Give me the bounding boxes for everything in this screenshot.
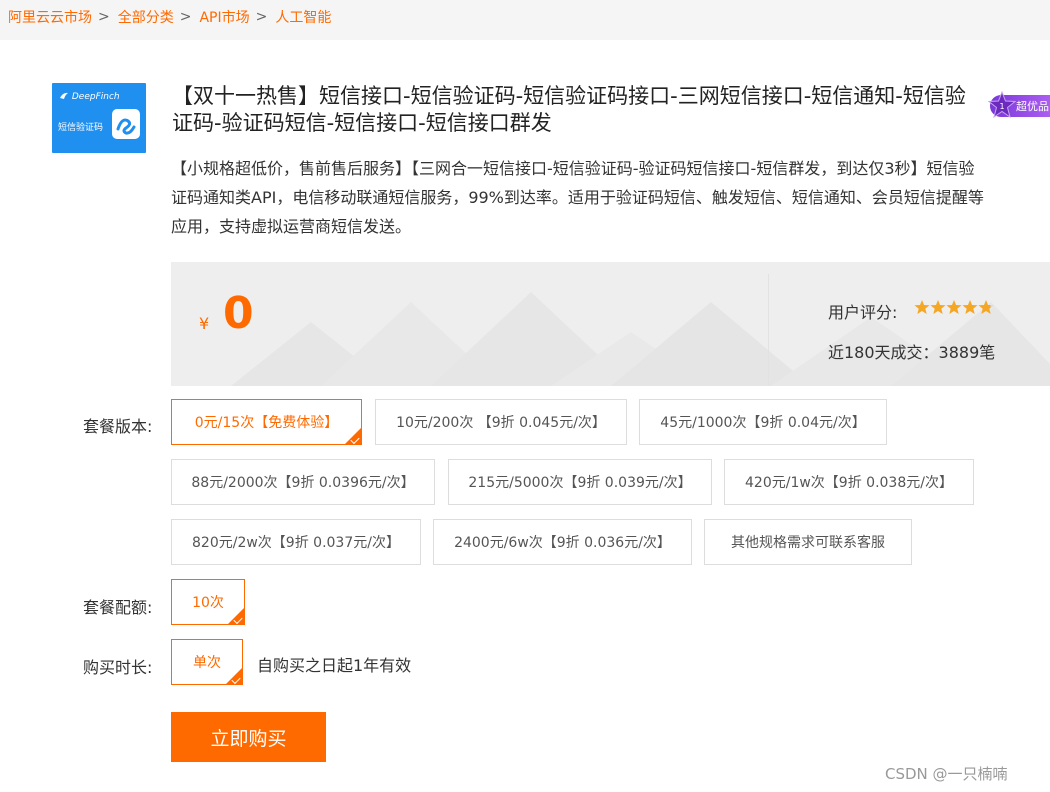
breadcrumb-separator: > — [179, 9, 192, 25]
package-version-label: 套餐版本: — [83, 417, 153, 436]
package-option-label: 420元/1w次【9折 0.038元/次】 — [745, 475, 953, 491]
validity-text: 自购买之日起1年有效 — [257, 656, 412, 675]
rating-stars — [914, 299, 994, 315]
premium-badge-label: 超优品 — [1016, 100, 1049, 113]
package-option-label: 88元/2000次【9折 0.0396元/次】 — [191, 475, 415, 491]
star-icon — [930, 300, 946, 314]
breadcrumb-item-aliyun-market[interactable]: 阿里云云市场 — [8, 7, 92, 27]
logo-brand: DeepFinch — [59, 91, 120, 102]
duration-label: 购买时长: — [83, 658, 153, 677]
package-option-label: 45元/1000次【9折 0.04元/次】 — [660, 415, 866, 431]
star-icon — [914, 300, 930, 314]
description-line: 证码通知类API，电信移动联通短信服务，99%到达率。适用于验证码短信、触发短信… — [171, 188, 984, 207]
product-title: 【双十一热售】短信接口-短信验证码-短信验证码接口-三网短信接口-短信通知-短信… — [172, 84, 966, 135]
package-option-label: 2400元/6w次【9折 0.036元/次】 — [454, 535, 671, 551]
watermark: CSDN @一只楠喃 — [885, 765, 1008, 783]
logo-bird-icon — [60, 92, 68, 99]
product-panel: DeepFinch 短信验证码 【双十一热售】短信接口-短信验证码-短信验证码接… — [0, 40, 1050, 792]
currency-symbol: ¥ — [199, 314, 210, 333]
package-option[interactable]: 2400元/6w次【9折 0.036元/次】 — [433, 519, 692, 565]
breadcrumb: 阿里云云市场 > 全部分类 > API市场 > 人工智能 — [8, 6, 331, 28]
star-icon — [946, 300, 962, 314]
package-option[interactable]: 420元/1w次【9折 0.038元/次】 — [724, 459, 974, 505]
price-divider — [768, 274, 769, 386]
package-option[interactable]: 45元/1000次【9折 0.04元/次】 — [639, 399, 887, 445]
breadcrumb-item-ai[interactable]: 人工智能 — [275, 7, 331, 27]
logo-subtitle: 短信验证码 — [58, 123, 104, 133]
breadcrumb-item-all-categories[interactable]: 全部分类 — [118, 7, 174, 27]
package-option[interactable]: 88元/2000次【9折 0.0396元/次】 — [171, 459, 435, 505]
package-option-label: 10元/200次 【9折 0.045元/次】 — [396, 415, 606, 431]
svg-text:1: 1 — [999, 102, 1004, 111]
duration-option[interactable]: 单次 — [171, 639, 243, 685]
premium-badge: 1 超优品 — [988, 91, 1050, 119]
star-icon — [978, 300, 994, 314]
package-option[interactable]: 10元/200次 【9折 0.045元/次】 — [375, 399, 627, 445]
quota-option-label: 10次 — [192, 595, 224, 611]
price-box: ¥ 0 用户评分: 近180天成交：3889笔 — [171, 262, 1050, 386]
product-description: 【小规格超低价，售前售后服务】【三网合一短信接口-短信验证码-验证码短信接口-短… — [171, 154, 1050, 241]
price-box-background — [231, 292, 1050, 386]
premium-star-icon: 1 — [988, 91, 1016, 119]
package-option[interactable]: 215元/5000次【9折 0.039元/次】 — [448, 459, 712, 505]
quota-option[interactable]: 10次 — [171, 579, 245, 625]
package-option-label: 820元/2w次【9折 0.037元/次】 — [192, 535, 400, 551]
breadcrumb-separator: > — [98, 9, 110, 25]
package-option-contact-service[interactable]: 其他规格需求可联系客服 — [704, 519, 912, 565]
breadcrumb-item-api-market[interactable]: API市场 — [199, 7, 249, 27]
rating-label: 用户评分: — [828, 303, 898, 322]
logo-app-icon — [112, 109, 140, 139]
sales-count: 近180天成交：3889笔 — [828, 343, 996, 362]
package-option-label: 0元/15次【免费体验】 — [194, 415, 339, 431]
description-line: 【小规格超低价，售前售后服务】【三网合一短信接口-短信验证码-验证码短信接口-短… — [171, 159, 975, 178]
product-logo: DeepFinch 短信验证码 — [52, 83, 146, 153]
package-option[interactable]: 820元/2w次【9折 0.037元/次】 — [171, 519, 421, 565]
duration-option-label: 单次 — [193, 655, 221, 671]
star-icon — [962, 300, 978, 314]
breadcrumb-separator: > — [255, 9, 268, 25]
price-amount: 0 — [223, 288, 254, 339]
description-line: 应用，支持虚拟运营商短信发送。 — [171, 217, 412, 236]
package-option[interactable]: 0元/15次【免费体验】 — [171, 399, 362, 445]
package-option-label: 215元/5000次【9折 0.039元/次】 — [468, 475, 692, 491]
buy-now-button[interactable]: 立即购买 — [171, 712, 326, 762]
package-option-label: 其他规格需求可联系客服 — [731, 535, 885, 551]
quota-label: 套餐配额: — [83, 598, 153, 617]
